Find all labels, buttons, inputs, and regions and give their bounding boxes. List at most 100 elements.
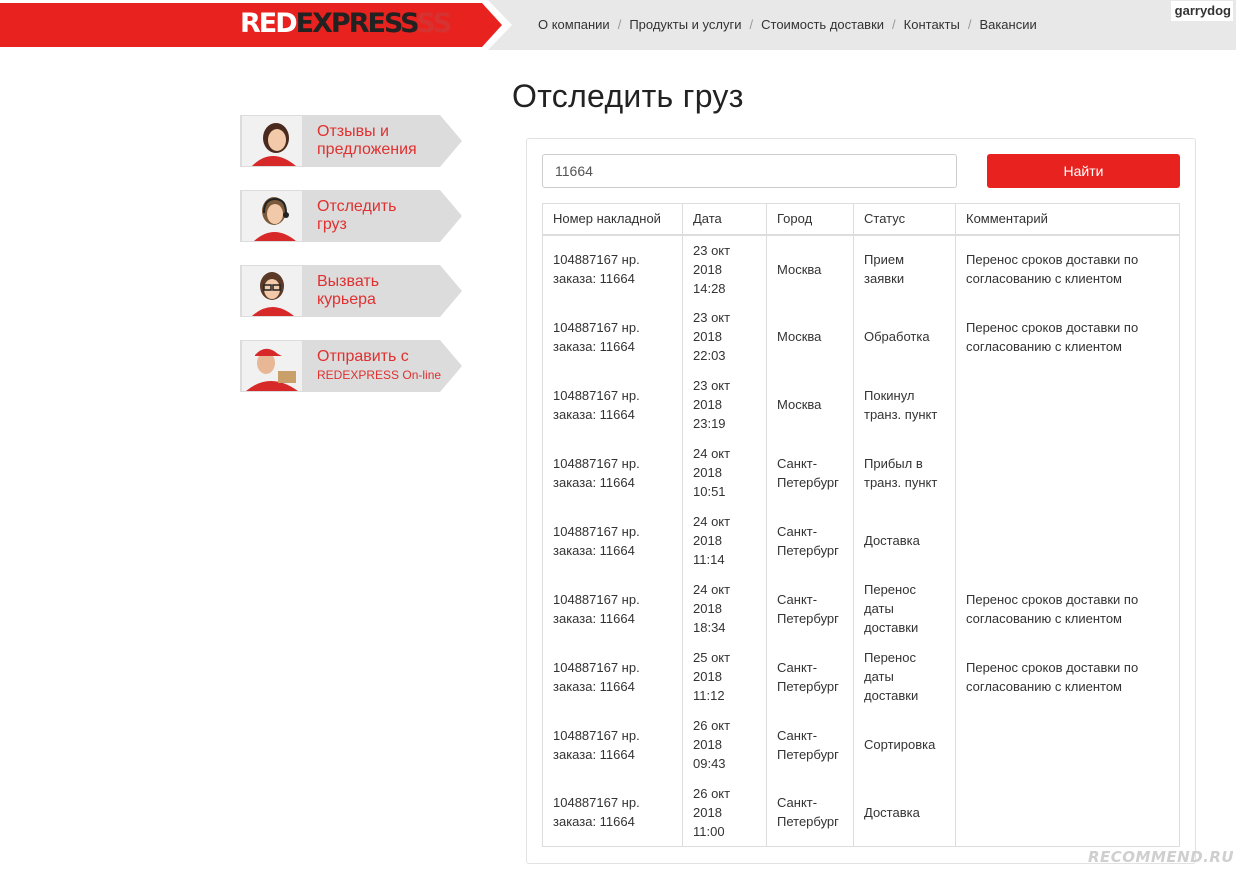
date-cell-line: 24 окт bbox=[693, 582, 731, 597]
waybill-cell-line: 104887167 нр. bbox=[553, 252, 640, 267]
status-cell-line: Покинул bbox=[864, 387, 915, 403]
waybill-cell-line: 104887167 нр. bbox=[553, 727, 640, 743]
sidebar-item-courier[interactable]: Вызвать курьера bbox=[240, 265, 462, 317]
status-cell-line: даты bbox=[864, 601, 894, 616]
logo-red-part: RED bbox=[240, 8, 298, 39]
column-header-city: Город bbox=[766, 203, 854, 236]
city-cell-line: Москва bbox=[777, 329, 822, 344]
date-cell: 24 окт 2018 11:14 bbox=[682, 506, 767, 575]
city-cell: Санкт- Петербург bbox=[766, 710, 854, 779]
status-cell-line: даты bbox=[864, 669, 894, 684]
woman-smiling-icon bbox=[242, 116, 302, 166]
comment-cell bbox=[955, 506, 1180, 575]
date-cell-line: 2018 bbox=[693, 261, 722, 277]
city-cell-line: Москва bbox=[777, 261, 822, 277]
sidebar-item-feedback[interactable]: Отзывы и предложения bbox=[240, 115, 462, 167]
date-cell-line: 14:28 bbox=[693, 280, 726, 296]
city-cell-line: Москва bbox=[777, 397, 822, 412]
city-cell-line: Петербург bbox=[777, 678, 839, 694]
date-cell-line: 2018 bbox=[693, 533, 722, 548]
status-cell: Перенос даты доставки bbox=[853, 642, 956, 711]
status-cell: Сортировка bbox=[853, 710, 956, 779]
date-cell-line: 2018 bbox=[693, 465, 722, 480]
city-cell-line: Санкт- bbox=[777, 727, 818, 743]
date-cell-line: 2018 bbox=[693, 601, 722, 616]
comment-cell bbox=[955, 438, 1180, 507]
waybill-cell-line: 104887167 нр. bbox=[553, 591, 640, 607]
woman-glasses-icon bbox=[242, 266, 302, 316]
status-cell: Обработка bbox=[853, 302, 956, 371]
date-cell-line: 25 окт bbox=[693, 650, 731, 665]
sidebar-item-track[interactable]: Отследить груз bbox=[240, 190, 462, 242]
status-cell-line: Перенос bbox=[864, 650, 916, 665]
status-cell-line: Прибыл в bbox=[864, 455, 923, 471]
date-cell-line: 24 окт bbox=[693, 446, 731, 461]
date-cell: 24 окт 2018 10:51 bbox=[682, 438, 767, 507]
city-cell-line: Петербург bbox=[777, 610, 839, 626]
main-nav: О компании / Продукты и услуги / Стоимость д… bbox=[538, 17, 1037, 32]
nav-about[interactable]: О компании bbox=[538, 17, 610, 32]
waybill-cell: 104887167 нр. заказа: 11664 bbox=[542, 642, 683, 711]
city-cell: Санкт- Петербург bbox=[766, 506, 854, 575]
logo-band[interactable]: REDEXPRESSSS bbox=[0, 0, 520, 50]
date-cell: 26 окт 2018 11:00 bbox=[682, 778, 767, 847]
nav-products[interactable]: Продукты и услуги bbox=[629, 17, 741, 32]
waybill-cell-line: 104887167 нр. bbox=[553, 387, 640, 403]
table-row: 104887167 нр. заказа: 11664 23 окт 2018 22:0… bbox=[542, 302, 1180, 371]
city-cell-line: Петербург bbox=[777, 474, 839, 490]
waybill-cell-line: заказа: 11664 bbox=[553, 746, 635, 762]
waybill-cell-line: 104887167 нр. bbox=[553, 319, 640, 335]
nav-pricing[interactable]: Стоимость доставки bbox=[761, 17, 884, 32]
waybill-cell-line: 104887167 нр. bbox=[553, 523, 640, 539]
column-header-waybill: Номер накладной bbox=[542, 203, 683, 236]
city-cell-line: Санкт- bbox=[777, 659, 818, 675]
date-cell: 23 окт 2018 23:19 bbox=[682, 370, 767, 439]
table-row: 104887167 нр. заказа: 11664 26 окт 2018 09:4… bbox=[542, 710, 1180, 779]
column-header-status: Статус bbox=[853, 203, 956, 236]
username-label: garrydog bbox=[1170, 1, 1233, 21]
date-cell-line: 10:51 bbox=[693, 484, 726, 499]
city-cell: Москва bbox=[766, 234, 854, 303]
date-cell-line: 24 окт bbox=[693, 514, 731, 529]
sidebar-item-label: Отследить груз bbox=[317, 198, 397, 233]
date-cell-line: 2018 bbox=[693, 397, 722, 412]
comment-cell: Перенос сроков доставки по согласованию с… bbox=[955, 302, 1180, 371]
city-cell-line: Санкт- bbox=[777, 523, 818, 539]
find-button[interactable]: Найти bbox=[987, 154, 1180, 188]
column-header-comment: Комментарий bbox=[955, 203, 1180, 236]
date-cell: 23 окт 2018 22:03 bbox=[682, 302, 767, 371]
city-cell-line: Санкт- bbox=[777, 591, 818, 607]
waybill-cell-line: заказа: 11664 bbox=[553, 610, 635, 626]
sidebar-item-send-online[interactable]: Отправить с REDEXPRESS On-line bbox=[240, 340, 462, 392]
waybill-cell-line: заказа: 11664 bbox=[553, 814, 635, 830]
city-cell-line: Санкт- bbox=[777, 455, 818, 471]
status-cell-line: Доставка bbox=[864, 533, 920, 548]
date-cell-line: 23 окт bbox=[693, 378, 731, 393]
date-cell-line: 26 окт bbox=[693, 718, 731, 733]
date-cell-line: 23 окт bbox=[693, 242, 731, 258]
nav-contacts[interactable]: Контакты bbox=[904, 17, 960, 32]
city-cell: Санкт- Петербург bbox=[766, 438, 854, 507]
date-cell-line: 2018 bbox=[693, 804, 722, 820]
date-cell-line: 11:14 bbox=[693, 552, 725, 567]
nav-vacancies[interactable]: Вакансии bbox=[979, 17, 1036, 32]
table-row: 104887167 нр. заказа: 11664 25 окт 2018 11:1… bbox=[542, 642, 1180, 711]
comment-cell: Перенос сроков доставки по согласованию с… bbox=[955, 234, 1180, 303]
comment-cell bbox=[955, 778, 1180, 847]
comment-cell bbox=[955, 370, 1180, 439]
city-cell: Санкт- Петербург bbox=[766, 574, 854, 643]
status-cell-line: Сортировка bbox=[864, 737, 936, 752]
waybill-cell-line: заказа: 11664 bbox=[553, 271, 635, 286]
date-cell-line: 2018 bbox=[693, 669, 722, 684]
table-row: 104887167 нр. заказа: 11664 23 окт 2018 14:2… bbox=[542, 234, 1180, 303]
city-cell: Санкт- Петербург bbox=[766, 778, 854, 847]
date-cell-line: 23:19 bbox=[693, 416, 726, 431]
date-cell-line: 2018 bbox=[693, 329, 722, 344]
comment-cell-line: согласованию с клиентом bbox=[966, 610, 1122, 626]
date-cell-line: 18:34 bbox=[693, 620, 726, 635]
tracking-number-input[interactable] bbox=[542, 154, 957, 188]
sidebar-item-label: Отправить с REDEXPRESS On-line bbox=[317, 348, 442, 382]
nav-separator: / bbox=[617, 17, 622, 32]
city-cell-line: Петербург bbox=[777, 746, 839, 762]
date-cell-line: 11:12 bbox=[693, 688, 725, 703]
